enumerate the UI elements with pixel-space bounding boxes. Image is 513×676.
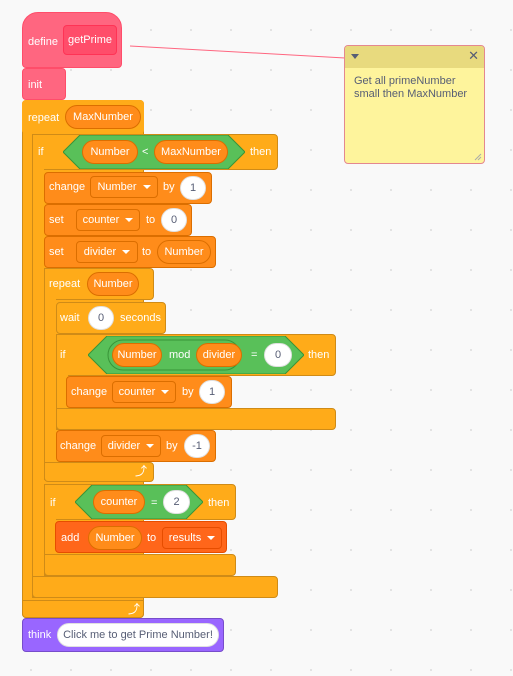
add-item[interactable]: Number	[88, 526, 142, 550]
outer-repeat-keyword: repeat	[28, 112, 60, 124]
init-label: init	[28, 79, 43, 91]
by-label: by	[166, 440, 178, 452]
loop-arrow-icon: ⤴	[128, 602, 141, 616]
caret-down-icon	[207, 536, 216, 540]
if2-left[interactable]: Number	[112, 343, 162, 367]
change-number-keyword: change	[49, 181, 86, 193]
dropdown-label: Number	[97, 181, 137, 193]
if1-left[interactable]: Number	[82, 140, 138, 164]
loop-arrow-icon: ⤴	[135, 464, 148, 478]
caret-down-icon	[146, 444, 155, 448]
wait-value[interactable]: 0	[88, 306, 114, 330]
if1-op: <	[142, 146, 149, 158]
to-label: to	[146, 214, 156, 226]
change-number-var-dropdown[interactable]: Number	[90, 176, 158, 198]
inner-repeat-arm	[44, 268, 56, 480]
caret-down-icon	[161, 390, 170, 394]
change-divider-keyword: change	[60, 440, 97, 452]
change-divider-var-dropdown[interactable]: divider	[101, 435, 161, 457]
if2-then: then	[308, 349, 330, 361]
dropdown-label: divider	[107, 440, 141, 452]
outer-repeat-footer	[22, 600, 144, 618]
set-divider-var-dropdown[interactable]: divider	[76, 241, 138, 263]
if3-value[interactable]: 2	[163, 490, 190, 514]
if3-keyword: if	[50, 497, 56, 509]
define-keyword: define	[28, 36, 58, 48]
close-icon[interactable]: ✕	[468, 49, 479, 64]
by-label: by	[163, 181, 175, 193]
if2-value[interactable]: 0	[264, 343, 292, 367]
if3-footer	[44, 554, 236, 576]
change-counter-var-dropdown[interactable]: counter	[112, 381, 176, 403]
by-label: by	[182, 386, 194, 398]
caret-down-icon	[122, 250, 131, 254]
to-label: to	[142, 246, 152, 258]
if2-mod: mod	[169, 349, 191, 361]
wait-unit: seconds	[120, 312, 161, 324]
if3-eq: =	[151, 497, 158, 509]
if1-then: then	[250, 146, 272, 158]
inner-repeat-keyword: repeat	[49, 278, 81, 290]
if2-eq: =	[251, 349, 258, 361]
if1-keyword: if	[38, 146, 44, 158]
think-message[interactable]: Click me to get Prime Number!	[57, 623, 219, 647]
dropdown-label: divider	[83, 246, 117, 258]
if1-footer	[32, 576, 278, 598]
comment-note[interactable]: ✕ Get all primeNumber small then MaxNumb…	[344, 45, 485, 164]
if2-keyword: if	[60, 349, 66, 361]
caret-down-icon	[125, 218, 134, 222]
collapse-caret-icon[interactable]	[351, 54, 359, 59]
resize-handle-icon[interactable]	[474, 153, 482, 161]
think-keyword: think	[28, 629, 52, 641]
comment-line: small then MaxNumber	[354, 88, 468, 100]
if1-right[interactable]: MaxNumber	[154, 140, 228, 164]
comment-text[interactable]: Get all primeNumber small then MaxNumber	[345, 68, 484, 108]
if2-footer	[56, 408, 336, 430]
set-counter-value[interactable]: 0	[161, 208, 187, 232]
change-number-value[interactable]: 1	[180, 176, 206, 200]
add-keyword: add	[61, 532, 80, 544]
change-counter-value[interactable]: 1	[199, 380, 225, 404]
set-divider-keyword: set	[49, 246, 64, 258]
dropdown-label: results	[168, 532, 202, 544]
dropdown-label: counter	[82, 214, 120, 226]
outer-repeat-arg[interactable]: MaxNumber	[65, 105, 141, 129]
add-list-dropdown[interactable]: results	[162, 527, 222, 549]
if2-right[interactable]: divider	[196, 343, 242, 367]
if1-arm	[32, 134, 44, 598]
to-label: to	[147, 532, 157, 544]
comment-line: Get all primeNumber	[354, 75, 456, 87]
define-name[interactable]: getPrime	[63, 25, 117, 55]
wait-keyword: wait	[60, 312, 80, 324]
set-counter-var-dropdown[interactable]: counter	[76, 209, 140, 231]
change-divider-value[interactable]: -1	[184, 434, 210, 458]
caret-down-icon	[142, 185, 151, 189]
set-divider-value[interactable]: Number	[157, 240, 211, 264]
if3-then: then	[208, 497, 230, 509]
comment-header[interactable]: ✕	[345, 46, 484, 68]
inner-repeat-arg[interactable]: Number	[87, 272, 139, 296]
dropdown-label: counter	[118, 386, 156, 398]
set-counter-keyword: set	[49, 214, 64, 226]
change-counter-keyword: change	[71, 386, 108, 398]
if3-left[interactable]: counter	[93, 490, 145, 514]
